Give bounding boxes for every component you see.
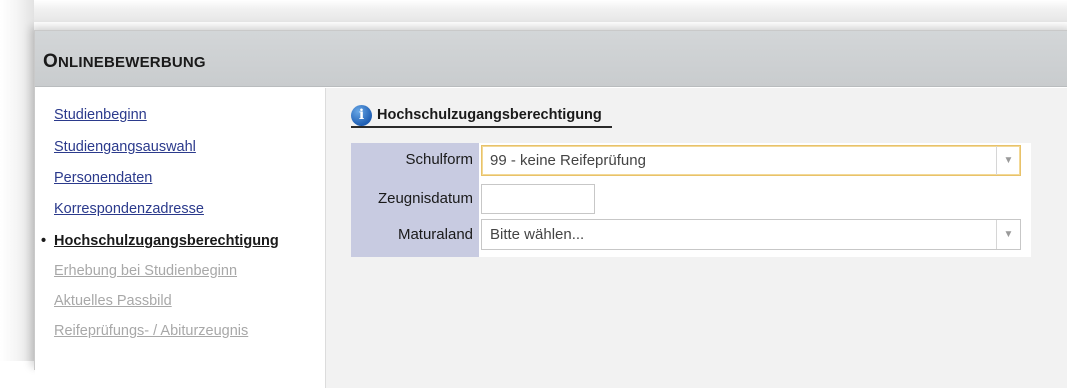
label-column: Schulform Zeugnisdatum Maturaland (351, 143, 479, 257)
sidebar-item-korrespondenzadresse[interactable]: Korrespondenzadresse (54, 201, 204, 217)
maturaland-select[interactable]: Bitte wählen... ▼ (481, 219, 1021, 250)
zeugnisdatum-label: Zeugnisdatum (377, 190, 473, 207)
schulform-label: Schulform (405, 151, 473, 168)
page-title: ONLINEBEWERBUNG (43, 51, 206, 72)
sidebar-item-studiengangsauswahl[interactable]: Studiengangsauswahl (54, 139, 196, 155)
hzb-form: Schulform Zeugnisdatum Maturaland 99 - k… (351, 143, 1031, 257)
sidebar-item-label: Hochschulzugangsberechtigung (54, 233, 279, 249)
chevron-down-icon[interactable]: ▼ (996, 146, 1020, 175)
window-frame-top (0, 0, 1067, 22)
section-header: i Hochschulzugangsberechtigung (351, 104, 612, 128)
chevron-down-icon[interactable]: ▼ (996, 220, 1020, 249)
sidebar-item-erhebung: Erhebung bei Studienbeginn (54, 263, 238, 279)
sidebar-item-reifepruefungszeugnis: Reifeprüfungs- / Abiturzeugnis (54, 323, 249, 339)
section-title: Hochschulzugangsberechtigung (377, 107, 602, 123)
main-content: i Hochschulzugangsberechtigung Schulform… (325, 88, 1067, 388)
schulform-value: 99 - keine Reifeprüfung (490, 152, 646, 169)
sidebar-item-personendaten[interactable]: Personendaten (54, 170, 152, 186)
window-frame-left (0, 0, 34, 361)
header-bar: ONLINEBEWERBUNG (35, 31, 1067, 87)
zeugnisdatum-field[interactable] (481, 184, 595, 214)
schulform-select[interactable]: 99 - keine Reifeprüfung ▼ (481, 145, 1021, 176)
active-bullet-icon: • (41, 233, 47, 249)
sidebar-nav: Studienbeginn Studiengangsauswahl Person… (35, 88, 325, 388)
maturaland-placeholder: Bitte wählen... (490, 226, 585, 243)
maturaland-label: Maturaland (397, 226, 473, 243)
sidebar-item-studienbeginn[interactable]: Studienbeginn (54, 107, 147, 123)
sidebar-item-hochschulzugangsberechtigung[interactable]: • Hochschulzugangsberechtigung (41, 233, 279, 249)
application-window: ONLINEBEWERBUNG Studienbeginn Studiengan… (34, 30, 1067, 388)
sidebar-item-passbild: Aktuelles Passbild (54, 293, 172, 309)
info-icon: i (351, 104, 372, 126)
